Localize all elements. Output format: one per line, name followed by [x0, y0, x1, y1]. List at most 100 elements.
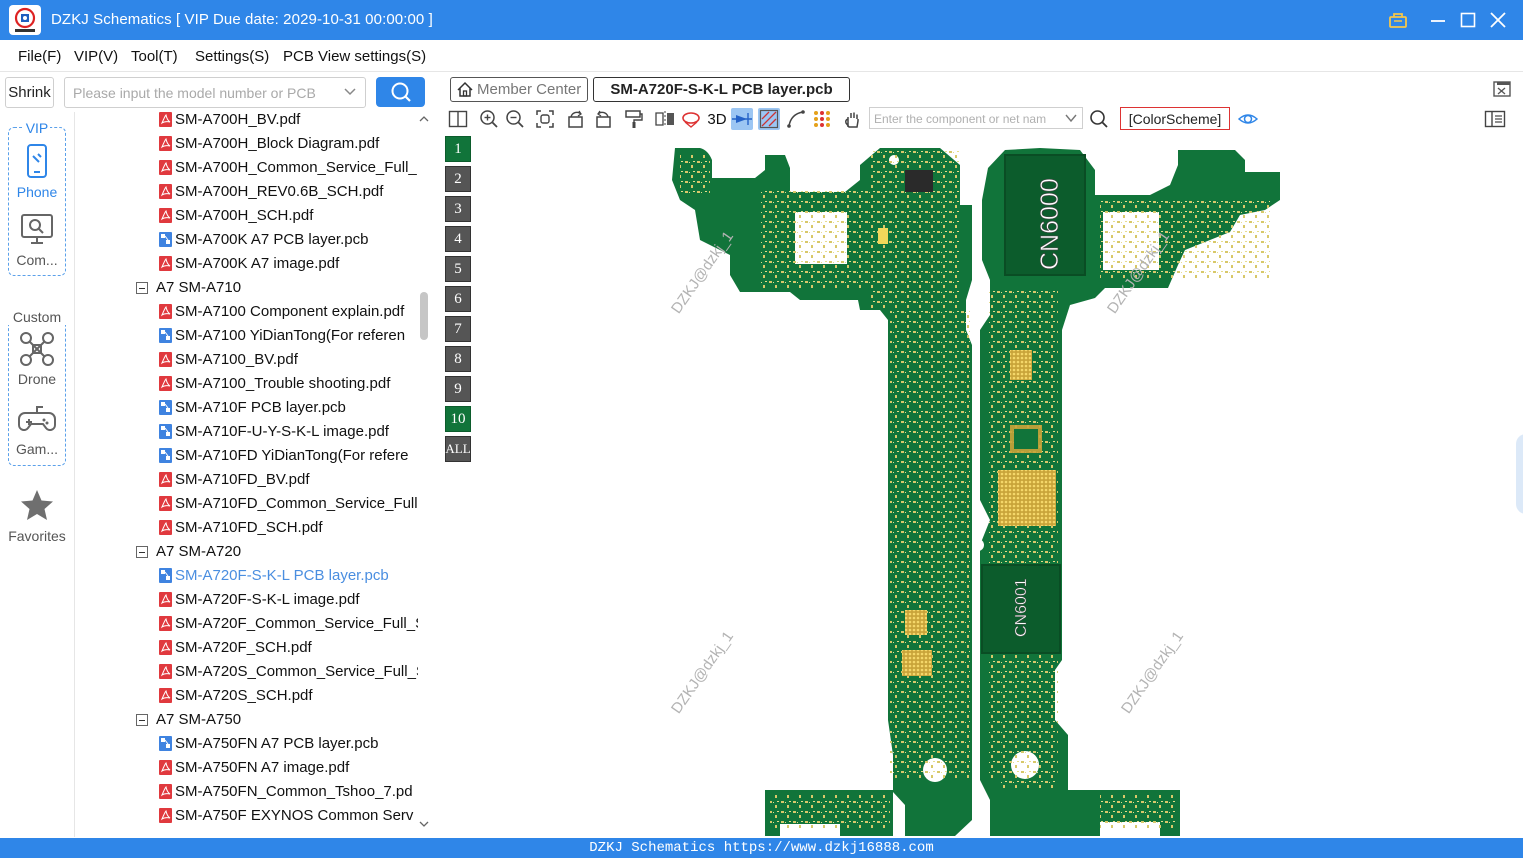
dots-grid-icon[interactable] — [811, 108, 833, 130]
collapse-toggle-icon[interactable] — [136, 546, 148, 558]
collapse-toggle-icon[interactable] — [136, 714, 148, 726]
tree-file[interactable]: SM-A720F-S-K-L image.pdf — [75, 588, 415, 612]
pdf-file-icon — [159, 472, 172, 487]
rail-item-computer[interactable]: Com... — [0, 210, 74, 268]
scroll-down-icon[interactable] — [419, 820, 429, 828]
shrink-button[interactable]: Shrink — [5, 77, 54, 108]
tree-file[interactable]: SM-A710FD_BV.pdf — [75, 468, 415, 492]
tree-file[interactable]: SM-A710FD_Common_Service_Full — [75, 492, 418, 516]
pcb-canvas[interactable]: 1 2 3 4 5 6 7 8 9 10 ALL CN6000 CN6001 D… — [441, 134, 1523, 838]
minimize-button[interactable] — [1426, 8, 1450, 32]
tab-member-center-label: Member Center — [477, 81, 582, 98]
tree-file[interactable]: SM-A700K A7 image.pdf — [75, 252, 415, 276]
tree-file[interactable]: SM-A7100_BV.pdf — [75, 348, 415, 372]
tree-file-label: SM-A750F EXYNOS Common Serv — [175, 807, 414, 824]
tree-file-label: SM-A710F-U-Y-S-K-L image.pdf — [175, 423, 389, 440]
tree-file[interactable]: SM-A750FN A7 image.pdf — [75, 756, 415, 780]
menu-settings[interactable]: Settings(S) — [195, 48, 269, 65]
tree-file[interactable]: SM-A720S_Common_Service_Full_S — [75, 660, 426, 684]
hand-pan-icon[interactable] — [841, 108, 863, 130]
flip-board-icon[interactable] — [680, 108, 702, 130]
split-view-icon[interactable] — [447, 108, 469, 130]
tree-file[interactable]: SM-A750FN A7 PCB layer.pcb — [75, 732, 415, 756]
phone-icon — [17, 142, 57, 182]
rail-item-favorites[interactable]: Favorites — [0, 486, 74, 544]
custom-label: Custom — [8, 309, 66, 325]
eye-icon[interactable] — [1237, 108, 1259, 130]
menu-vip[interactable]: VIP(V) — [74, 48, 118, 65]
rail-label-computer: Com... — [16, 252, 58, 268]
tab-member-center[interactable]: Member Center — [450, 77, 588, 102]
tree-file[interactable]: SM-A710FD_SCH.pdf — [75, 516, 415, 540]
app-logo-icon — [9, 5, 41, 35]
pdf-file-icon — [159, 208, 172, 223]
scroll-up-icon[interactable] — [419, 115, 429, 123]
tree-group[interactable]: A7 SM-A720 — [75, 540, 415, 564]
tree-file[interactable]: SM-A7100_Trouble shooting.pdf — [75, 372, 415, 396]
rail-item-drone[interactable]: Drone — [0, 329, 74, 387]
close-tab-icon[interactable] — [1492, 80, 1512, 98]
tree-file[interactable]: SM-A7100 YiDianTong(For referen — [75, 324, 415, 348]
close-button[interactable] — [1486, 8, 1510, 32]
tree-group[interactable]: A7 SM-A750 — [75, 708, 415, 732]
highlight-net-icon[interactable] — [731, 108, 753, 130]
menu-file[interactable]: File(F) — [18, 48, 61, 65]
chevron-down-icon[interactable] — [344, 87, 356, 97]
line-tool-icon[interactable] — [785, 108, 807, 130]
tree-file[interactable]: SM-A700H_REV0.6B_SCH.pdf — [75, 180, 415, 204]
search-button[interactable] — [376, 77, 425, 107]
collapse-toggle-icon[interactable] — [136, 282, 148, 294]
rail-label-favorites: Favorites — [8, 528, 66, 544]
paint-brush-icon[interactable] — [623, 108, 645, 130]
model-search-box — [64, 77, 366, 108]
tree-scrollbar[interactable] — [418, 112, 430, 837]
component-search-icon[interactable] — [1088, 108, 1110, 130]
mirror-icon[interactable] — [654, 108, 676, 130]
menu-pcb-view-settings[interactable]: PCB View settings(S) — [283, 48, 426, 65]
rotate-right-icon[interactable] — [592, 108, 614, 130]
menu-tool[interactable]: Tool(T) — [131, 48, 178, 65]
tree-file[interactable]: SM-A700H_Block Diagram.pdf — [75, 132, 415, 156]
tree-file[interactable]: SM-A720F-S-K-L PCB layer.pcb — [75, 564, 415, 588]
fit-view-icon[interactable] — [534, 108, 556, 130]
tree-file[interactable]: SM-A750FN_Common_Tshoo_7.pd — [75, 780, 415, 804]
tree-file[interactable]: SM-A700H_Common_Service_Full_ — [75, 156, 417, 180]
tree-file[interactable]: SM-A700H_BV.pdf — [75, 112, 415, 132]
panel-toggle-icon[interactable] — [1484, 108, 1506, 130]
tree-file[interactable]: SM-A720F_Common_Service_Full_S — [75, 612, 425, 636]
tree-file[interactable]: SM-A700H_SCH.pdf — [75, 204, 415, 228]
trace-icon[interactable] — [758, 108, 780, 130]
rail-item-phone[interactable]: Phone — [0, 142, 74, 200]
color-scheme-button[interactable]: [ColorScheme] — [1120, 107, 1230, 130]
rail-item-game[interactable]: Gam... — [0, 399, 74, 457]
tree-group-label: A7 SM-A710 — [156, 279, 242, 296]
tree-file[interactable]: SM-A710F-U-Y-S-K-L image.pdf — [75, 420, 415, 444]
rotate-left-icon[interactable] — [565, 108, 587, 130]
zoom-out-icon[interactable] — [504, 108, 526, 130]
pcb-file-icon — [159, 328, 172, 343]
tree-file[interactable]: SM-A7100 Component explain.pdf — [75, 300, 415, 324]
maximize-button[interactable] — [1456, 8, 1480, 32]
expand-handle[interactable] — [1516, 434, 1523, 514]
pdf-file-icon — [159, 592, 172, 607]
model-search-input[interactable] — [73, 83, 333, 103]
tab-active-file[interactable]: SM-A720F-S-K-L PCB layer.pcb — [593, 77, 850, 102]
tree-file[interactable]: SM-A720S_SCH.pdf — [75, 684, 415, 708]
tree-group[interactable]: A7 SM-A710 — [75, 276, 415, 300]
category-rail: VIP Phone Com... Custom Drone Gam... Fav… — [0, 112, 74, 837]
tree-file[interactable]: SM-A710FD YiDianTong(For refere — [75, 444, 415, 468]
chevron-down-icon[interactable] — [1065, 114, 1077, 123]
component-search-input[interactable] — [874, 111, 1060, 127]
tree-group-label: A7 SM-A720 — [156, 543, 242, 560]
pdf-file-icon — [159, 352, 172, 367]
tree-file[interactable]: SM-A700K A7 PCB layer.pcb — [75, 228, 415, 252]
zoom-in-icon[interactable] — [478, 108, 500, 130]
tree-file[interactable]: SM-A720F_SCH.pdf — [75, 636, 415, 660]
pcb-board[interactable]: CN6000 CN6001 — [441, 134, 1523, 838]
tree-file-label: SM-A710FD_SCH.pdf — [175, 519, 323, 536]
lock-icon[interactable] — [1386, 8, 1410, 32]
tree-file[interactable]: SM-A710F PCB layer.pcb — [75, 396, 415, 420]
tree-file[interactable]: SM-A750F EXYNOS Common Serv — [75, 804, 415, 828]
tree-scroll-thumb[interactable] — [420, 292, 428, 340]
3d-view-button[interactable]: 3D — [705, 108, 729, 130]
